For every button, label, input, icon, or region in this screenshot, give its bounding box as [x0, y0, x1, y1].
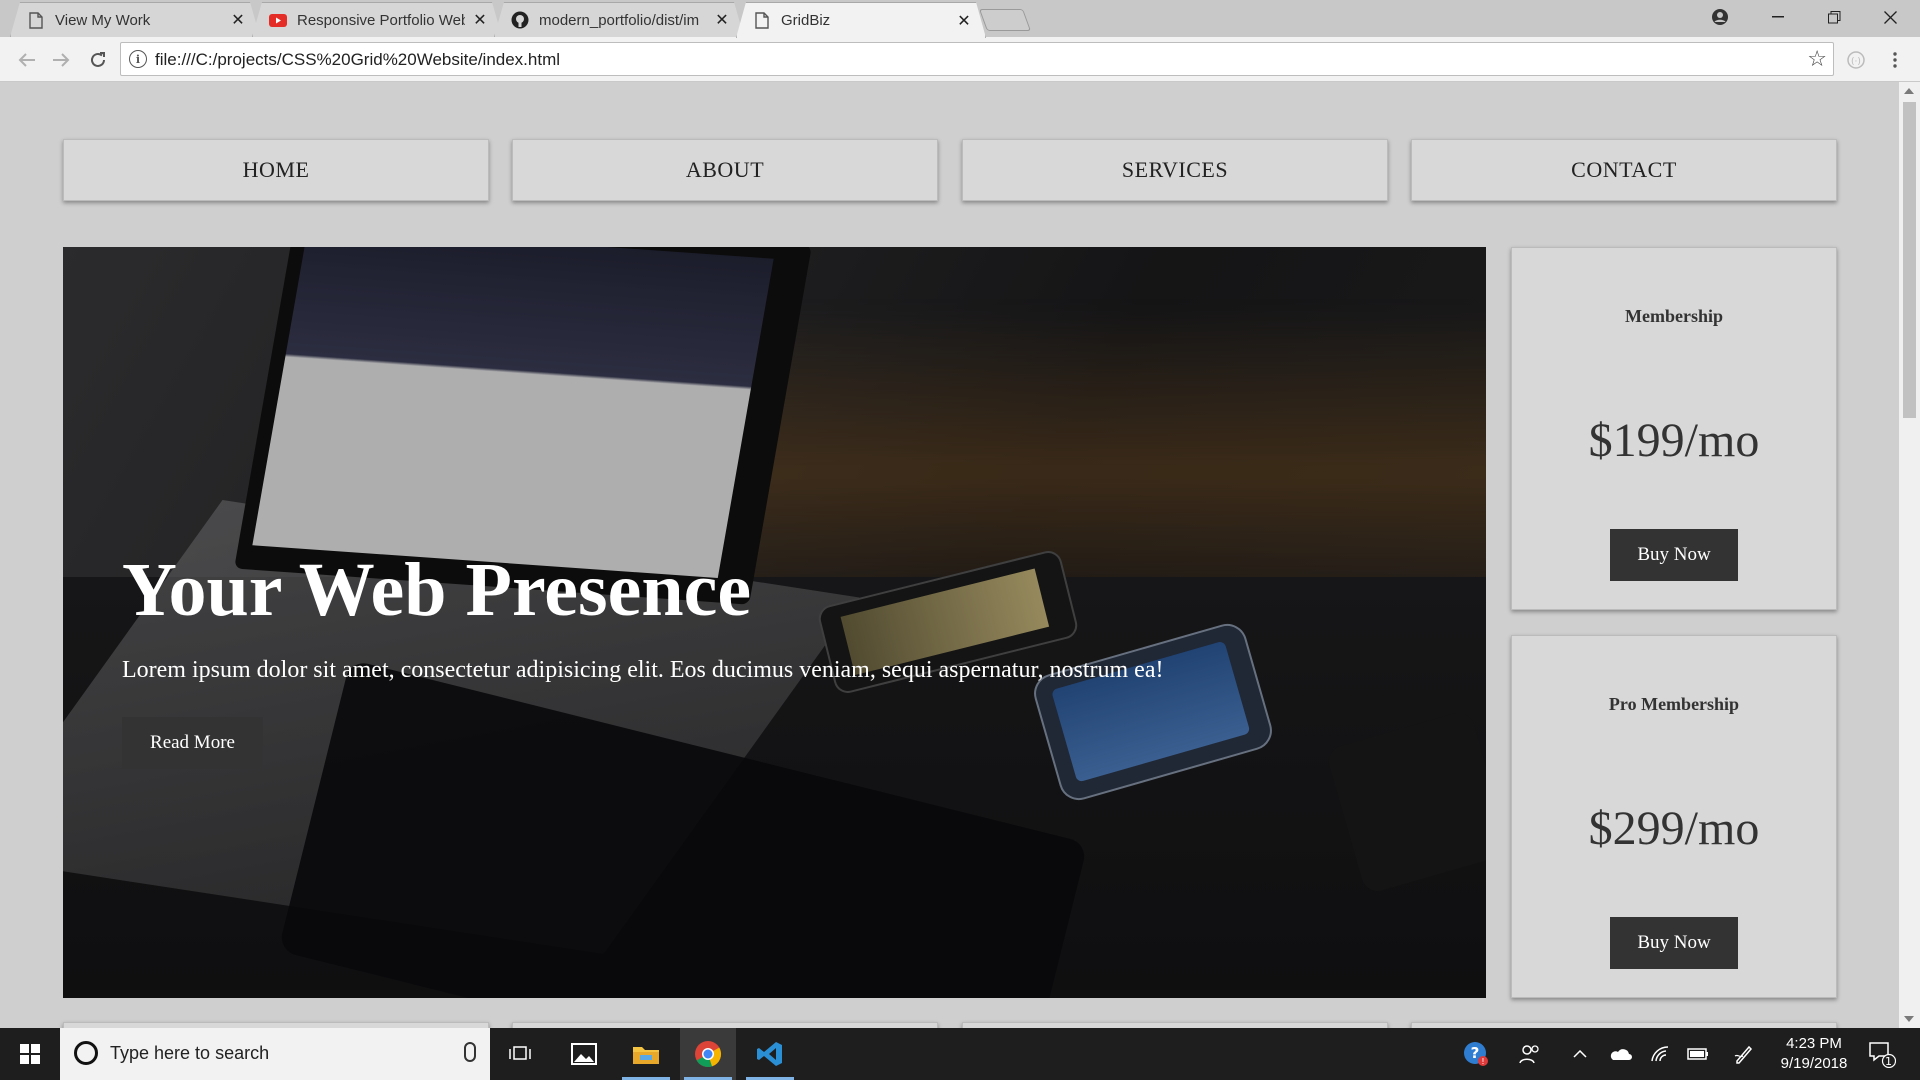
close-icon[interactable]: ✕	[471, 11, 489, 29]
file-explorer-icon[interactable]	[618, 1028, 674, 1080]
address-bar[interactable]: i file:///C:/projects/CSS%20Grid%20Websi…	[120, 42, 1834, 76]
browser-toolbar: i file:///C:/projects/CSS%20Grid%20Websi…	[0, 37, 1920, 82]
taskbar-search-placeholder: Type here to search	[110, 1043, 270, 1063]
tab-responsive-portfolio[interactable]: Responsive Portfolio Web ✕	[252, 2, 502, 37]
close-icon[interactable]: ✕	[229, 11, 247, 29]
pen-ink-icon[interactable]	[1726, 1028, 1762, 1080]
info-icon[interactable]: i	[129, 50, 147, 68]
extension-icon[interactable]: (·)	[1841, 45, 1871, 75]
taskbar-search-box[interactable]: Type here to search	[60, 1028, 490, 1080]
card-title: Membership	[1625, 306, 1723, 326]
card-price: $299/mo	[1588, 802, 1760, 855]
wifi-icon[interactable]	[1642, 1028, 1678, 1080]
browser-tab-strip: View My Work ✕ Responsive Portfolio Web …	[0, 0, 1920, 37]
buy-now-button[interactable]: Buy Now	[1610, 917, 1738, 969]
people-icon[interactable]	[1512, 1028, 1548, 1080]
chrome-app-icon[interactable]	[680, 1028, 736, 1080]
tab-label: View My Work	[55, 11, 151, 29]
forward-icon[interactable]	[46, 45, 76, 75]
tab-label: Responsive Portfolio Web	[297, 11, 465, 29]
page-icon	[27, 11, 45, 29]
pro-membership-card: Pro Membership $299/mo Buy Now	[1511, 635, 1837, 998]
chevron-up-icon[interactable]	[1562, 1028, 1598, 1080]
page-scrollbar[interactable]	[1899, 82, 1920, 1028]
vscode-app-icon[interactable]	[742, 1028, 798, 1080]
card-title: Pro Membership	[1608, 694, 1740, 714]
hero-title: Your Web Presence	[122, 548, 752, 632]
tab-label: modern_portfolio/dist/im	[539, 11, 700, 29]
windows-start-icon[interactable]	[0, 1028, 60, 1080]
microphone-icon[interactable]	[464, 1042, 476, 1062]
clock-time: 4:23 PM	[1786, 1035, 1842, 1052]
back-icon[interactable]	[12, 45, 42, 75]
tab-gridbiz[interactable]: GridBiz ✕	[736, 2, 986, 38]
taskbar-clock[interactable]: 4:23 PM 9/19/2018	[1766, 1034, 1862, 1074]
restore-icon[interactable]	[1806, 0, 1862, 34]
minimize-icon[interactable]	[1750, 0, 1806, 34]
notification-count: 1	[1885, 1055, 1892, 1068]
hero-description: Lorem ipsum dolor sit amet, consectetur …	[122, 657, 1164, 683]
close-icon[interactable]: ✕	[713, 11, 731, 29]
help-notification-icon[interactable]: ?!	[1458, 1028, 1494, 1080]
battery-icon[interactable]	[1680, 1028, 1716, 1080]
menu-kebab-icon[interactable]	[1880, 45, 1910, 75]
task-view-icon[interactable]	[492, 1028, 548, 1080]
address-bar-url: file:///C:/projects/CSS%20Grid%20Website…	[155, 50, 561, 69]
onedrive-cloud-icon[interactable]	[1602, 1028, 1638, 1080]
tab-view-my-work[interactable]: View My Work ✕	[10, 2, 260, 37]
youtube-icon	[269, 11, 287, 29]
svg-text:?: ?	[1471, 1044, 1480, 1062]
svg-text:!: !	[1481, 1057, 1484, 1066]
read-more-button[interactable]: Read More	[122, 717, 263, 769]
page-viewport: HOME ABOUT SERVICES CONTACT Your Web Pre…	[0, 82, 1899, 1028]
windows-taskbar: Type here to search ?! 4:23 PM 9/19/2018	[0, 1028, 1920, 1080]
scroll-down-arrow-icon[interactable]	[1904, 1016, 1914, 1022]
clock-date: 9/19/2018	[1780, 1055, 1848, 1072]
scroll-up-arrow-icon[interactable]	[1904, 88, 1914, 94]
card-price: $199/mo	[1588, 414, 1760, 467]
nav-home[interactable]: HOME	[63, 139, 489, 201]
page-icon	[753, 12, 771, 30]
nav-contact[interactable]: CONTACT	[1411, 139, 1837, 201]
svg-text:(·): (·)	[1851, 57, 1861, 67]
tab-label: GridBiz	[781, 12, 831, 29]
profile-icon[interactable]	[1692, 0, 1748, 34]
new-tab-button[interactable]	[978, 9, 1032, 31]
buy-now-button[interactable]: Buy Now	[1610, 529, 1738, 581]
nav-services[interactable]: SERVICES	[962, 139, 1388, 201]
close-window-icon[interactable]	[1862, 0, 1918, 34]
cortana-icon	[74, 1041, 98, 1065]
scroll-thumb[interactable]	[1903, 102, 1916, 418]
hero-showcase: Your Web Presence Lorem ipsum dolor sit …	[63, 247, 1486, 998]
github-icon	[511, 11, 529, 29]
membership-card: Membership $199/mo Buy Now	[1511, 247, 1837, 610]
action-center-icon[interactable]: 1	[1862, 1028, 1902, 1080]
photos-app-icon[interactable]	[556, 1028, 612, 1080]
bookmark-star-icon[interactable]: ☆	[1807, 46, 1827, 72]
nav-about[interactable]: ABOUT	[512, 139, 938, 201]
close-icon[interactable]: ✕	[955, 12, 973, 30]
reload-icon[interactable]	[83, 45, 113, 75]
tab-modern-portfolio[interactable]: modern_portfolio/dist/im ✕	[494, 2, 744, 37]
